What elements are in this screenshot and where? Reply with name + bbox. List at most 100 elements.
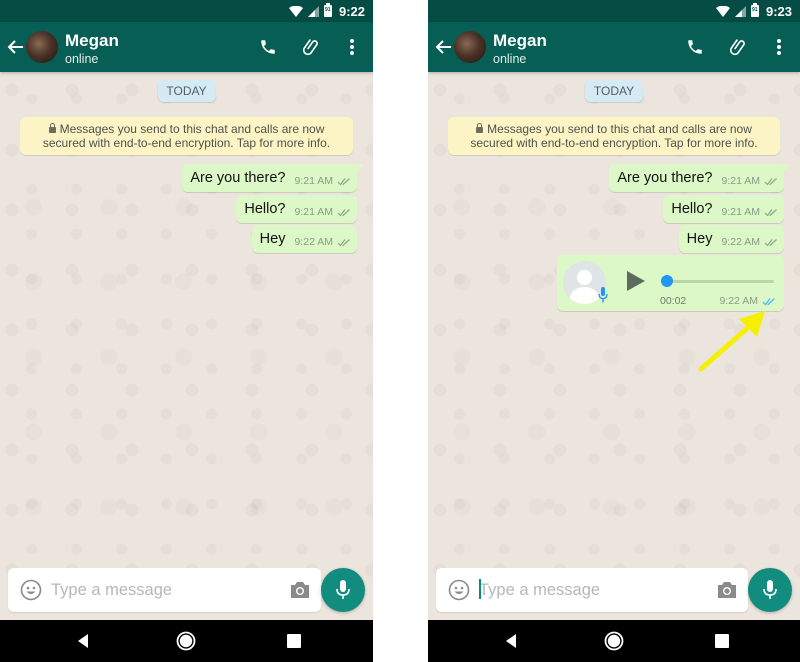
wifi-icon xyxy=(715,5,730,17)
chat-area[interactable]: TODAY Messages you send to this chat and… xyxy=(0,72,373,620)
message-time: 9:22 AM xyxy=(721,236,760,248)
status-time: 9:23 xyxy=(765,3,792,19)
message-time: 9:21 AM xyxy=(294,206,333,218)
battery-level: 91 xyxy=(751,7,758,13)
cell-signal-icon xyxy=(307,5,319,17)
message-text: Hello? xyxy=(671,201,713,217)
message-input[interactable] xyxy=(51,577,277,603)
encryption-notice-text: Messages you send to this chat and calls… xyxy=(42,122,331,150)
message-time: 9:21 AM xyxy=(721,175,760,187)
arrow-left-icon[interactable] xyxy=(6,37,26,57)
double-check-icon xyxy=(764,238,777,246)
annotation-arrow-icon xyxy=(698,311,765,372)
voice-progress-track[interactable] xyxy=(665,280,774,283)
status-bar: 91 9:22 xyxy=(0,0,373,22)
attach-button[interactable] xyxy=(301,36,323,58)
battery-icon: 91 xyxy=(323,3,332,17)
contact-status: online xyxy=(493,52,527,66)
voice-message-bubble[interactable]: 00:02 9:22 AM xyxy=(557,255,784,311)
camera-icon[interactable] xyxy=(289,580,311,600)
voice-progress-thumb[interactable] xyxy=(661,275,673,287)
paperclip-icon xyxy=(729,39,745,56)
double-check-icon xyxy=(337,238,350,246)
battery-level: 91 xyxy=(324,7,331,13)
android-nav-bar xyxy=(0,620,373,662)
message-bubble[interactable]: Hey 9:22 AM xyxy=(678,225,784,253)
chat-area[interactable]: TODAY Messages you send to this chat and… xyxy=(428,72,800,620)
camera-icon[interactable] xyxy=(716,580,738,600)
more-vert-icon xyxy=(777,39,781,55)
contact-avatar[interactable] xyxy=(26,31,58,63)
circle-home-icon[interactable] xyxy=(176,631,196,651)
phone-screen-after: 91 9:23 Megan online TODAY Messages you … xyxy=(428,0,800,662)
microphone-icon xyxy=(763,580,777,599)
date-divider: TODAY xyxy=(157,80,216,102)
message-text: Are you there? xyxy=(617,170,713,186)
voice-call-button[interactable] xyxy=(257,36,279,58)
double-check-icon xyxy=(764,208,777,216)
android-nav-bar xyxy=(428,620,800,662)
lock-icon xyxy=(476,123,484,133)
record-voice-button[interactable] xyxy=(321,568,365,612)
message-bubble[interactable]: Are you there? 9:21 AM xyxy=(609,164,791,192)
date-divider: TODAY xyxy=(584,80,644,102)
message-input[interactable] xyxy=(479,577,704,603)
message-text: Hey xyxy=(259,231,286,247)
message-time: 9:22 AM xyxy=(719,295,758,307)
encryption-notice[interactable]: Messages you send to this chat and calls… xyxy=(448,117,780,155)
more-options-button[interactable] xyxy=(768,36,790,58)
message-text: Hello? xyxy=(244,201,286,217)
contact-status: online xyxy=(65,52,99,66)
square-recents-icon[interactable] xyxy=(284,631,304,651)
chat-toolbar: Megan online xyxy=(0,22,373,72)
double-check-icon xyxy=(764,177,777,185)
microphone-icon xyxy=(598,287,608,303)
cell-signal-icon xyxy=(734,5,746,17)
contact-avatar[interactable] xyxy=(454,31,486,63)
microphone-icon xyxy=(336,580,350,599)
phone-icon xyxy=(261,40,275,54)
record-voice-button[interactable] xyxy=(748,568,792,612)
voice-call-button[interactable] xyxy=(684,36,706,58)
message-bubble[interactable]: Hello? 9:21 AM xyxy=(663,195,784,223)
contact-name[interactable]: Megan xyxy=(65,31,119,51)
wifi-icon xyxy=(288,5,303,17)
phone-screen-before: 91 9:22 Megan online TODAY Messages you … xyxy=(0,0,373,662)
more-vert-icon xyxy=(350,39,354,55)
message-time: 9:21 AM xyxy=(294,175,333,187)
message-bubble[interactable]: Hey 9:22 AM xyxy=(251,225,357,253)
more-options-button[interactable] xyxy=(341,36,363,58)
double-check-played-icon xyxy=(762,297,775,306)
message-text: Are you there? xyxy=(190,170,286,186)
encryption-notice[interactable]: Messages you send to this chat and calls… xyxy=(20,117,353,155)
phone-icon xyxy=(688,40,702,54)
paperclip-icon xyxy=(302,39,318,56)
lock-icon xyxy=(48,123,56,133)
chat-toolbar: Megan online xyxy=(428,22,800,72)
triangle-back-icon[interactable] xyxy=(74,631,94,651)
message-time: 9:22 AM xyxy=(294,236,333,248)
message-text: Hey xyxy=(686,231,713,247)
contact-name[interactable]: Megan xyxy=(493,31,547,51)
message-time: 9:21 AM xyxy=(721,206,760,218)
status-time: 9:22 xyxy=(338,3,365,19)
message-bubble[interactable]: Hello? 9:21 AM xyxy=(236,195,357,223)
status-bar: 91 9:23 xyxy=(428,0,800,22)
battery-icon: 91 xyxy=(750,3,759,17)
message-compose-bar xyxy=(8,568,321,612)
triangle-back-icon[interactable] xyxy=(502,631,522,651)
voice-duration: 00:02 xyxy=(660,295,687,307)
square-recents-icon[interactable] xyxy=(712,631,732,651)
attach-button[interactable] xyxy=(728,36,750,58)
message-compose-bar xyxy=(436,568,748,612)
arrow-left-icon[interactable] xyxy=(434,37,454,57)
double-check-icon xyxy=(337,177,350,185)
smiley-icon[interactable] xyxy=(20,579,42,601)
message-bubble[interactable]: Are you there? 9:21 AM xyxy=(182,164,364,192)
play-icon[interactable] xyxy=(626,270,646,292)
circle-home-icon[interactable] xyxy=(604,631,624,651)
encryption-notice-text: Messages you send to this chat and calls… xyxy=(470,122,758,150)
double-check-icon xyxy=(337,208,350,216)
smiley-icon[interactable] xyxy=(448,579,470,601)
text-cursor xyxy=(479,579,481,599)
